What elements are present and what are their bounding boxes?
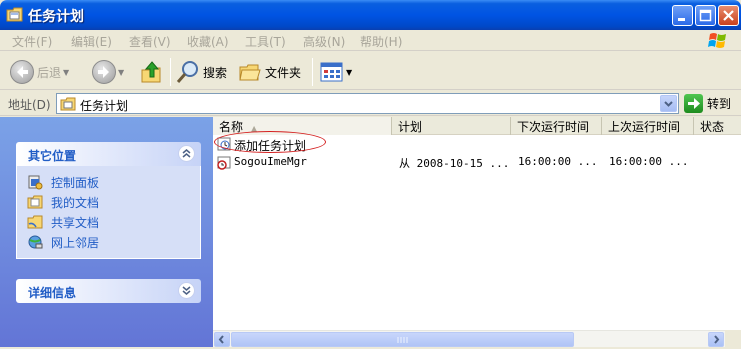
toolbar: 后退 ▼ ▼ 搜索 文件夹 ▼	[0, 52, 741, 90]
link-label: 我的文档	[51, 195, 100, 210]
list-item[interactable]: SogouImeMgr 从 2008-10-15 ... 16:00:00 ..…	[213, 153, 733, 171]
back-arrow-icon	[10, 60, 34, 84]
address-label: 地址(D)	[8, 98, 51, 112]
link-control-panel[interactable]: 控制面板	[27, 172, 200, 192]
column-header-schedule[interactable]: 计划	[392, 117, 511, 135]
views-button[interactable]: ▼	[320, 59, 352, 85]
toolbar-separator	[312, 58, 313, 86]
go-arrow-icon	[684, 94, 703, 113]
link-shared-documents[interactable]: 共享文档	[27, 212, 200, 232]
menu-edit[interactable]: 编辑(E)	[71, 33, 112, 50]
scroll-right-button[interactable]	[708, 332, 724, 347]
menu-favorites[interactable]: 收藏(A)	[187, 33, 229, 50]
minimize-button[interactable]	[672, 5, 693, 26]
minimize-icon	[678, 18, 685, 21]
highlight-ellipse	[214, 131, 326, 153]
forward-arrow-icon	[92, 60, 116, 84]
chevron-down-icon	[664, 101, 673, 107]
chevron-left-icon	[218, 335, 224, 344]
column-label: 状态	[700, 120, 725, 134]
search-button[interactable]: 搜索	[176, 59, 227, 85]
forward-button[interactable]: ▼	[92, 59, 124, 85]
scheduled-task-icon	[217, 156, 231, 170]
search-icon	[176, 61, 198, 83]
column-label: 下次运行时间	[517, 120, 590, 134]
folders-button[interactable]: 文件夹	[238, 59, 301, 85]
my-documents-icon	[27, 195, 43, 209]
details-panel: 详细信息	[16, 279, 201, 303]
chevron-down-icon	[182, 286, 191, 295]
link-network-places[interactable]: 网上邻居	[27, 232, 200, 252]
task-next-run: 16:00:00 ...	[518, 155, 598, 168]
up-folder-icon	[141, 61, 161, 83]
other-places-title: 其它位置	[28, 149, 77, 163]
windows-logo-icon	[708, 33, 726, 48]
maximize-icon	[699, 9, 712, 22]
back-button[interactable]: 后退 ▼	[10, 59, 69, 85]
folders-label: 文件夹	[265, 65, 302, 80]
link-label: 共享文档	[51, 215, 100, 230]
address-input[interactable]: 任务计划	[56, 93, 679, 114]
link-label: 控制面板	[51, 175, 100, 190]
task-pane: 其它位置 控制面板 我的文档 共享文档 网上邻居 详细信息	[0, 117, 213, 347]
collapse-button[interactable]	[178, 145, 195, 162]
folders-icon	[239, 64, 261, 81]
search-label: 搜索	[203, 65, 228, 80]
close-button[interactable]	[718, 5, 739, 26]
shared-folder-icon	[27, 215, 43, 229]
grip-icon	[397, 337, 408, 343]
maximize-button[interactable]	[695, 5, 716, 26]
scroll-thumb[interactable]	[231, 332, 574, 347]
views-icon	[320, 62, 343, 82]
link-label: 网上邻居	[51, 235, 100, 250]
column-header-status[interactable]: 状态	[694, 117, 741, 135]
back-dropdown-icon[interactable]: ▼	[63, 68, 69, 77]
control-panel-icon	[28, 175, 43, 190]
scheduled-tasks-folder-icon	[60, 97, 76, 111]
menu-advanced[interactable]: 高级(N)	[303, 33, 345, 50]
forward-dropdown-icon[interactable]: ▼	[118, 68, 124, 77]
details-header[interactable]: 详细信息	[16, 279, 201, 303]
column-label: 计划	[398, 120, 423, 134]
scheduled-tasks-folder-icon	[6, 7, 23, 22]
other-places-panel: 其它位置 控制面板 我的文档 共享文档 网上邻居	[16, 142, 201, 259]
details-title: 详细信息	[28, 286, 77, 300]
column-label: 上次运行时间	[608, 120, 681, 134]
task-last-run: 16:00:00 ...	[609, 155, 689, 168]
menu-help[interactable]: 帮助(H)	[360, 33, 402, 50]
go-label: 转到	[707, 97, 732, 111]
up-folder-button[interactable]	[140, 59, 164, 85]
close-icon	[723, 10, 734, 21]
link-my-documents[interactable]: 我的文档	[27, 192, 200, 212]
address-bar: 地址(D) 任务计划 转到	[0, 91, 741, 116]
toolbar-separator	[170, 58, 171, 86]
network-places-icon	[28, 235, 43, 249]
back-label: 后退	[37, 65, 62, 80]
other-places-body: 控制面板 我的文档 共享文档 网上邻居	[16, 166, 201, 259]
menu-view[interactable]: 查看(V)	[129, 33, 171, 50]
other-places-header[interactable]: 其它位置	[16, 142, 201, 166]
task-schedule: 从 2008-10-15 ...	[399, 157, 510, 170]
chevron-up-icon	[182, 149, 191, 158]
horizontal-scrollbar[interactable]	[213, 330, 725, 347]
column-header-next-run[interactable]: 下次运行时间	[511, 117, 602, 135]
go-button[interactable]: 转到	[684, 94, 731, 113]
menu-tools[interactable]: 工具(T)	[245, 33, 286, 50]
menu-bar: 文件(F) 编辑(E) 查看(V) 收藏(A) 工具(T) 高级(N) 帮助(H…	[0, 30, 741, 51]
scroll-left-button[interactable]	[214, 332, 230, 347]
expand-button[interactable]	[178, 282, 195, 299]
address-value: 任务计划	[80, 99, 129, 113]
task-name: SogouImeMgr	[234, 155, 307, 168]
scrollbar-corner	[725, 330, 741, 347]
window-title: 任务计划	[28, 9, 84, 25]
chevron-right-icon	[714, 335, 720, 344]
views-dropdown-icon: ▼	[346, 67, 353, 77]
menu-file[interactable]: 文件(F)	[12, 33, 52, 50]
title-bar: 任务计划	[0, 0, 741, 30]
address-dropdown-button[interactable]	[660, 95, 677, 112]
column-header-last-run[interactable]: 上次运行时间	[602, 117, 694, 135]
